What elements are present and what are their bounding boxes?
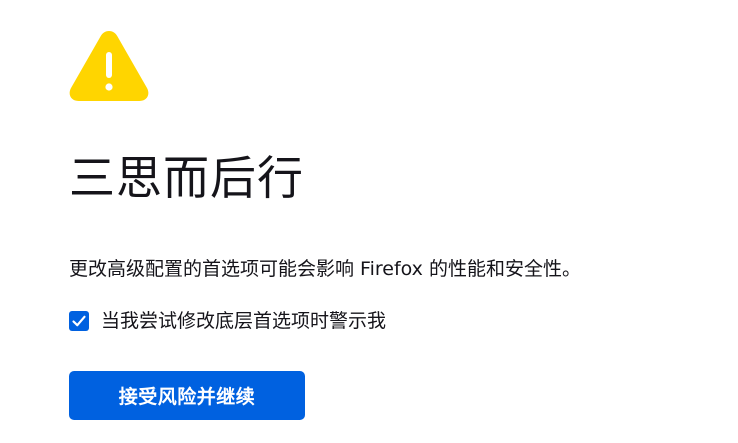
warn-checkbox-row[interactable]: 当我尝试修改底层首选项时警示我 [69, 306, 386, 336]
accept-risk-button[interactable]: 接受风险并继续 [69, 371, 305, 420]
warn-checkbox-label: 当我尝试修改底层首选项时警示我 [101, 310, 387, 332]
page-title: 三思而后行 [69, 151, 304, 205]
about-config-warning-page: 三思而后行 更改高级配置的首选项可能会影响 Firefox 的性能和安全性。 当… [0, 0, 738, 443]
checkmark-icon [72, 315, 86, 327]
warning-description: 更改高级配置的首选项可能会影响 Firefox 的性能和安全性。 [69, 258, 581, 280]
warning-icon [68, 28, 150, 104]
warn-checkbox[interactable] [69, 311, 89, 331]
